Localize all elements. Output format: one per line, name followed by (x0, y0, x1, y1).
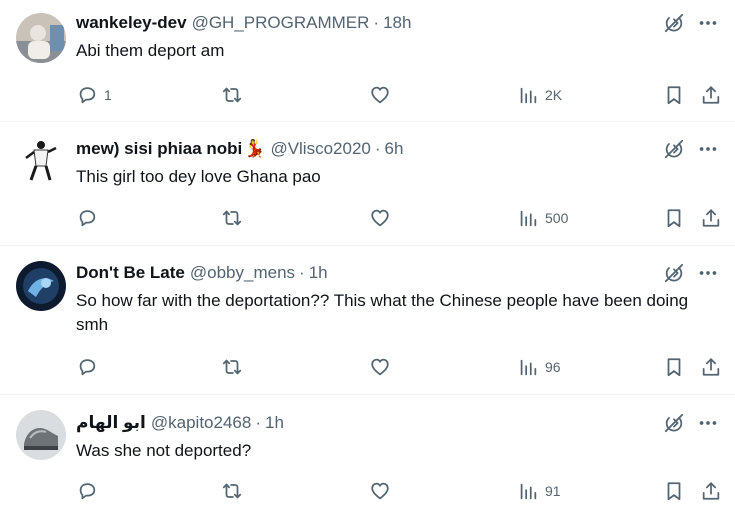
reply-count: 1 (104, 87, 112, 103)
reply-text: Was she not deported? (76, 441, 252, 460)
reply-header: wankeley-dev @GH_PROGRAMMER · 18h (76, 11, 719, 35)
action-bar: 500 (76, 206, 721, 230)
retweet-icon (222, 210, 242, 226)
reply-button[interactable] (76, 479, 104, 503)
views-icon (520, 483, 537, 500)
reply-icon (79, 483, 96, 500)
grok-icon[interactable] (663, 12, 685, 34)
like-button[interactable] (369, 479, 397, 503)
reply-text: This girl too dey love Ghana pao (76, 167, 321, 186)
reply-header: ابو الهام @kapito2468 · 1h (76, 411, 719, 435)
share-icon (702, 358, 720, 376)
like-button[interactable] (369, 206, 397, 230)
heart-icon (371, 209, 389, 227)
bookmark-icon (667, 482, 681, 501)
bookmark-button[interactable] (663, 83, 685, 107)
name-emoji: 💃 (244, 139, 266, 158)
more-icon[interactable] (697, 412, 719, 434)
reply-item[interactable]: wankeley-dev @GH_PROGRAMMER · 18h Abi th… (0, 0, 735, 122)
reply-header: Don't Be Late @obby_mens · 1h (76, 261, 719, 285)
avatar[interactable] (16, 410, 66, 460)
views-button[interactable]: 96 (517, 355, 561, 379)
timestamp[interactable]: 18h (383, 11, 411, 35)
action-bar: 91 (76, 479, 721, 503)
heart-icon (371, 482, 389, 500)
reply-item[interactable]: Don't Be Late @obby_mens · 1h So how far… (0, 246, 735, 395)
view-count: 91 (545, 483, 561, 499)
reply-text: So how far with the deportation?? This w… (76, 291, 689, 334)
reply-icon (79, 359, 96, 376)
bookmark-button[interactable] (663, 355, 685, 379)
grok-icon[interactable] (663, 262, 685, 284)
separator-dot: · (255, 413, 261, 432)
reply-item[interactable]: ابو الهام @kapito2468 · 1h Was she not d… (0, 395, 735, 515)
user-handle[interactable]: @Vlisco2020 (270, 137, 370, 161)
action-bar: 1 2K (76, 83, 721, 107)
separator-dot: · (374, 139, 381, 158)
retweet-icon (222, 87, 242, 103)
like-button[interactable] (369, 83, 397, 107)
display-name[interactable]: Don't Be Late (76, 261, 185, 285)
retweet-button[interactable] (221, 206, 249, 230)
bookmark-icon (667, 86, 681, 105)
share-button[interactable] (700, 206, 722, 230)
grok-icon[interactable] (663, 138, 685, 160)
display-name[interactable]: mew) sisi phiaa nobi (76, 137, 242, 161)
avatar[interactable] (16, 13, 66, 63)
retweet-button[interactable] (221, 479, 249, 503)
reply-item[interactable]: mew) sisi phiaa nobi 💃 @Vlisco2020 · 6h … (0, 122, 735, 246)
share-button[interactable] (700, 355, 722, 379)
reply-button[interactable] (76, 355, 104, 379)
user-handle[interactable]: @GH_PROGRAMMER (192, 11, 370, 35)
like-button[interactable] (369, 355, 397, 379)
separator-dot: · (373, 13, 380, 32)
bookmark-icon (667, 209, 681, 228)
bookmark-button[interactable] (663, 206, 685, 230)
heart-icon (371, 86, 389, 104)
view-count: 96 (545, 359, 561, 375)
heart-icon (371, 358, 389, 376)
reply-icon (79, 87, 96, 104)
reply-text: Abi them deport am (76, 41, 225, 60)
avatar[interactable] (16, 136, 66, 186)
share-button[interactable] (700, 479, 722, 503)
share-button[interactable] (700, 83, 722, 107)
user-handle[interactable]: @kapito2468 (151, 411, 251, 435)
views-button[interactable]: 500 (517, 206, 568, 230)
timestamp[interactable]: 1h (265, 411, 284, 435)
reply-button[interactable] (76, 206, 104, 230)
timestamp[interactable]: 1h (309, 261, 328, 285)
display-name[interactable]: wankeley-dev (76, 11, 187, 35)
replies-feed: wankeley-dev @GH_PROGRAMMER · 18h Abi th… (0, 0, 735, 515)
view-count: 2K (545, 87, 563, 103)
views-button[interactable]: 91 (517, 479, 561, 503)
display-name[interactable]: ابو الهام (76, 411, 146, 435)
views-icon (520, 87, 537, 104)
retweet-icon (222, 359, 242, 375)
share-icon (702, 482, 720, 500)
user-handle[interactable]: @obby_mens (190, 261, 295, 285)
more-icon[interactable] (697, 138, 719, 160)
timestamp[interactable]: 6h (385, 137, 404, 161)
retweet-button[interactable] (221, 355, 249, 379)
reply-button[interactable]: 1 (76, 83, 112, 107)
bookmark-button[interactable] (663, 479, 685, 503)
views-icon (520, 359, 537, 376)
retweet-button[interactable] (221, 83, 249, 107)
more-icon[interactable] (697, 12, 719, 34)
bookmark-icon (667, 358, 681, 377)
reply-icon (79, 210, 96, 227)
avatar[interactable] (16, 261, 66, 311)
action-bar: 96 (76, 355, 721, 379)
grok-icon[interactable] (663, 412, 685, 434)
share-icon (702, 209, 720, 227)
more-icon[interactable] (697, 262, 719, 284)
retweet-icon (222, 483, 242, 499)
separator-dot: · (299, 263, 305, 282)
views-icon (520, 210, 537, 227)
reply-header: mew) sisi phiaa nobi 💃 @Vlisco2020 · 6h (76, 137, 719, 161)
views-button[interactable]: 2K (517, 83, 562, 107)
share-icon (702, 86, 720, 104)
view-count: 500 (545, 210, 569, 226)
